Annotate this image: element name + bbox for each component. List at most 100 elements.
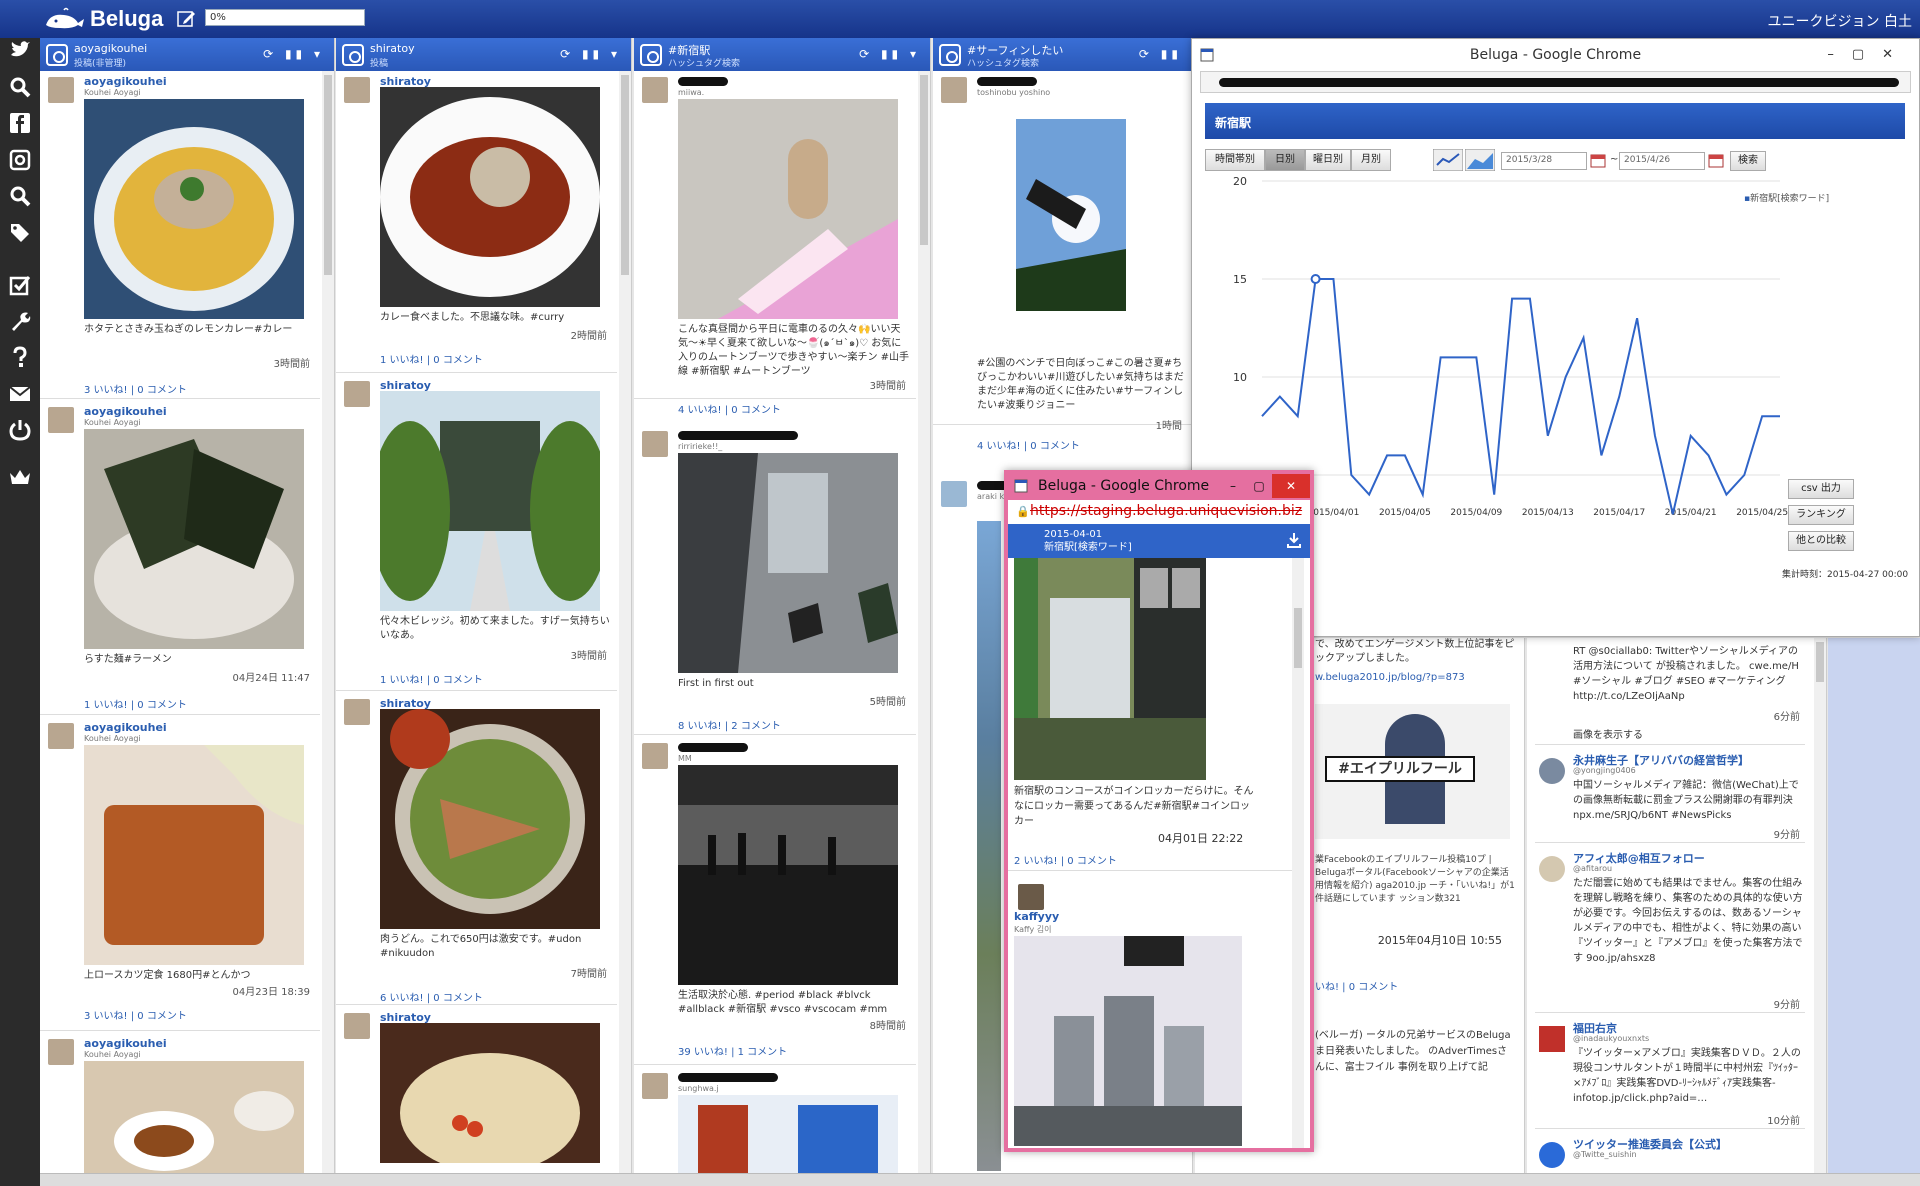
maximize-button[interactable]: ▢ xyxy=(1246,474,1272,498)
csv-export-button[interactable]: csv 出力 xyxy=(1788,479,1854,499)
post-likes[interactable]: 4 いいね! | 0 コメント xyxy=(977,437,1080,452)
download-icon[interactable] xyxy=(1286,532,1302,548)
post-photo[interactable] xyxy=(380,1023,600,1163)
post-user[interactable]: aoyagikouhei xyxy=(84,721,167,734)
scrollbar[interactable] xyxy=(918,71,930,1173)
instagram-icon[interactable] xyxy=(8,148,32,172)
avatar[interactable] xyxy=(344,699,370,725)
close-button[interactable]: ✕ xyxy=(1272,474,1310,498)
tweet-handle: @inadaukyouxnxts xyxy=(1573,1034,1650,1043)
post-photo[interactable] xyxy=(380,391,600,611)
column-aoyagikouhei: aoyagikouhei 投稿(非管理) ⟳ ▮▮ ▾ aoyagikouhei… xyxy=(40,38,335,1173)
edit-icon[interactable] xyxy=(176,9,196,29)
post-likes[interactable]: 6 いいね! | 0 コメント xyxy=(380,989,483,1004)
company-name[interactable]: ユニークビジョン 白土 xyxy=(1768,11,1912,31)
post: shiratoy カレー食べました。不思議な味。#curry 2時間前 1 いい… xyxy=(336,71,617,373)
search-icon[interactable] xyxy=(8,184,32,208)
post-photo[interactable] xyxy=(84,429,304,649)
minimize-button[interactable]: – xyxy=(1220,474,1246,498)
post-user[interactable]: aoyagikouhei xyxy=(84,1037,167,1050)
avatar[interactable] xyxy=(48,1039,74,1065)
wrench-icon[interactable] xyxy=(8,309,32,333)
post-photo[interactable] xyxy=(678,453,898,673)
column-tools[interactable]: ⟳ ▮▮ ▾ xyxy=(560,47,621,61)
horizontal-scrollbar[interactable] xyxy=(40,1173,1920,1186)
avatar[interactable] xyxy=(1539,856,1565,882)
post-caption: こんな真昼間から平日に電車のるの久々🙌いい天気〜☀早く夏来て欲しいな〜🍧(๑´ㅂ… xyxy=(678,324,910,377)
post-caption: 上ロースカツ定食 1680円#とんかつ xyxy=(84,970,251,981)
compare-button[interactable]: 他との比較 xyxy=(1788,531,1854,551)
avatar[interactable] xyxy=(48,723,74,749)
post-likes[interactable]: 8 いいね! | 2 コメント xyxy=(678,717,781,732)
search-icon[interactable] xyxy=(8,75,32,99)
avatar[interactable] xyxy=(941,481,967,507)
blog-link-1[interactable]: w.beluga2010.jp/blog/?p=873 xyxy=(1315,672,1465,683)
post-photo[interactable] xyxy=(1014,558,1206,780)
checkbox-icon[interactable] xyxy=(8,273,32,297)
post: MM 生活取決於心態. #period #black #blvck #allbl… xyxy=(634,737,916,1065)
avatar[interactable] xyxy=(642,1073,668,1099)
avatar[interactable] xyxy=(344,381,370,407)
post-likes[interactable]: 1 いいね! | 0 コメント xyxy=(380,671,483,686)
post-photo[interactable] xyxy=(380,87,600,307)
post-photo[interactable] xyxy=(380,709,600,929)
power-icon[interactable] xyxy=(8,418,32,442)
post-user[interactable]: kaffyyy xyxy=(1014,910,1059,923)
avatar[interactable] xyxy=(642,431,668,457)
scrollbar[interactable] xyxy=(619,71,631,1173)
series-line xyxy=(1261,278,1780,515)
avatar[interactable] xyxy=(48,77,74,103)
post-photo[interactable] xyxy=(84,99,304,319)
avatar[interactable] xyxy=(48,407,74,433)
avatar[interactable] xyxy=(1539,758,1565,784)
post-likes[interactable]: 3 いいね! | 0 コメント xyxy=(84,1007,187,1022)
avatar[interactable] xyxy=(1018,884,1044,910)
avatar[interactable] xyxy=(344,1013,370,1039)
avatar[interactable] xyxy=(1539,1142,1565,1168)
post-photo[interactable] xyxy=(678,1095,898,1173)
post-photo[interactable] xyxy=(1014,936,1242,1146)
post-photo[interactable] xyxy=(1016,119,1126,311)
crown-icon[interactable] xyxy=(8,465,32,489)
post-photo[interactable] xyxy=(678,99,898,319)
post-likes[interactable]: 3 いいね! | 0 コメント xyxy=(84,381,187,396)
post-likes[interactable]: 2 いいね! | 0 コメント xyxy=(1014,852,1117,867)
twitter-icon[interactable] xyxy=(8,38,32,62)
tag-icon[interactable] xyxy=(8,221,32,245)
post-user[interactable]: aoyagikouhei xyxy=(84,405,167,418)
blog-image[interactable]: #エイプリルフール xyxy=(1315,704,1510,839)
help-icon[interactable] xyxy=(8,345,32,369)
scrollbar[interactable] xyxy=(322,71,334,1173)
blog-text-1: で、改めてエンゲージメント数上位記事をピックアップしました。 xyxy=(1315,639,1515,664)
post-likes[interactable]: 1 いいね! | 0 コメント xyxy=(380,351,483,366)
window-titlebar[interactable]: Beluga - Google Chrome –▢✕ xyxy=(1008,474,1310,500)
column-tools[interactable]: ⟳ ▮▮ ▾ xyxy=(859,47,920,61)
scrollbar[interactable] xyxy=(1292,558,1304,1148)
avatar[interactable] xyxy=(642,77,668,103)
post-photo[interactable] xyxy=(678,765,898,985)
scrollbar[interactable] xyxy=(1814,638,1826,1173)
facebook-icon[interactable] xyxy=(8,111,32,135)
blog-likes[interactable]: いね! | 0 コメント xyxy=(1315,978,1398,993)
window-controls[interactable]: –▢✕ xyxy=(1220,474,1310,498)
post-photo[interactable] xyxy=(84,745,304,965)
address-bar[interactable]: 🔒 https://staging.beluga.uniquevision.bi… xyxy=(1008,500,1310,524)
column-tools[interactable]: ⟳ ▮▮ xyxy=(1139,47,1182,61)
avatar[interactable] xyxy=(642,743,668,769)
show-image-link[interactable]: 画像を表示する xyxy=(1573,726,1643,741)
progress-text: 0% xyxy=(210,12,226,23)
avatar[interactable] xyxy=(1539,1026,1565,1052)
beluga-logo[interactable]: Beluga xyxy=(44,6,163,32)
tweet-time: 10分前 xyxy=(1767,1116,1800,1127)
mail-icon[interactable] xyxy=(8,382,32,406)
ranking-button[interactable]: ランキング xyxy=(1788,505,1854,525)
post: shiratoy 代々木ビレッジ。初めて来ました。すげー気持ちいいなあ。 3時間… xyxy=(336,375,617,691)
avatar[interactable] xyxy=(344,77,370,103)
post-user[interactable]: aoyagikouhei xyxy=(84,75,167,88)
post-photo[interactable] xyxy=(84,1061,304,1173)
column-tools[interactable]: ⟳ ▮▮ ▾ xyxy=(263,47,324,61)
post-likes[interactable]: 39 いいね! | 1 コメント xyxy=(678,1043,787,1058)
post-likes[interactable]: 1 いいね! | 0 コメント xyxy=(84,696,187,711)
post-likes[interactable]: 4 いいね! | 0 コメント xyxy=(678,401,781,416)
avatar[interactable] xyxy=(941,77,967,103)
